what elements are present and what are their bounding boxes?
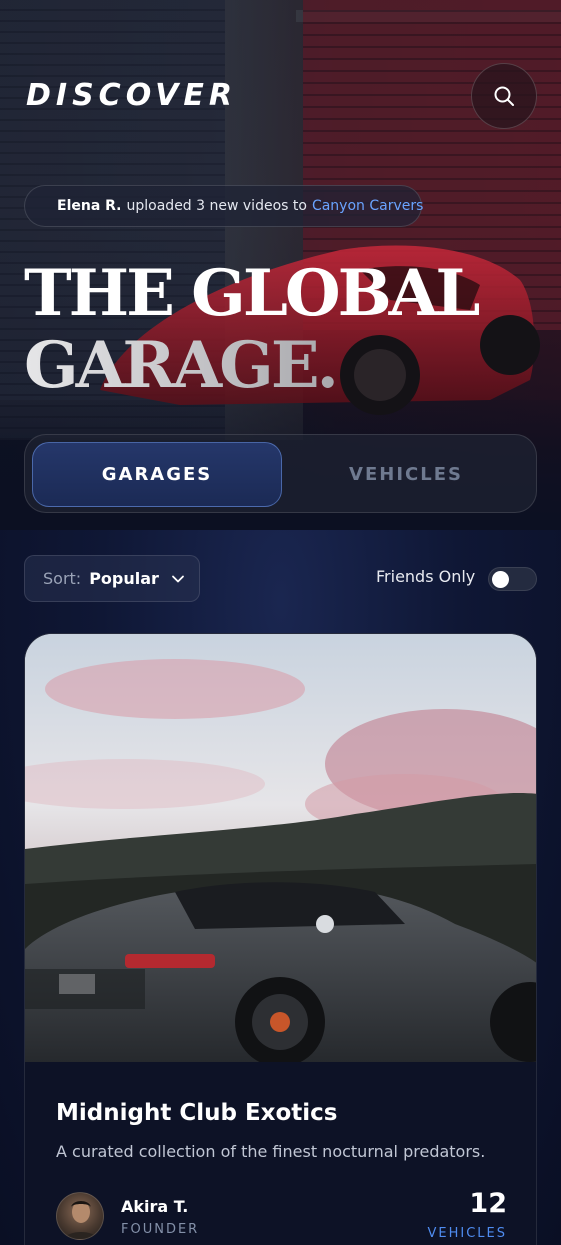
search-icon [494, 86, 514, 106]
friends-only-label: Friends Only [376, 567, 476, 586]
sort-dropdown[interactable]: Sort: Popular [24, 555, 200, 602]
garage-card[interactable]: Midnight Club Exotics A curated collecti… [24, 633, 537, 1245]
tab-vehicles[interactable]: VEHICLES [281, 442, 531, 507]
activity-user[interactable]: Elena R. [57, 198, 122, 214]
avatar[interactable] [56, 1192, 104, 1240]
activity-garage-link[interactable]: Canyon Carvers [312, 198, 423, 214]
activity-text: uploaded 3 new videos to [126, 198, 307, 214]
sort-value: Popular [89, 569, 159, 588]
garage-card-image [25, 634, 536, 1062]
chevron-down-icon [172, 575, 184, 582]
owner-avatar-image [64, 1201, 98, 1239]
segmented-tabs: GARAGES VEHICLES [24, 434, 537, 513]
owner-role: FOUNDER [121, 1222, 200, 1237]
toggle-knob [492, 571, 509, 588]
card-car-image [25, 634, 536, 1062]
hero-title: THE GLOBAL GARAGE. [24, 256, 480, 402]
garage-title: Midnight Club Exotics [56, 1100, 338, 1126]
activity-notification[interactable]: Elena R. uploaded 3 new videos to Canyon… [24, 185, 423, 227]
vehicle-count: 12 [469, 1188, 507, 1219]
hero-banner: DISCOVER Elena R. uploaded 3 new videos … [0, 0, 561, 530]
search-button[interactable] [471, 63, 537, 129]
garage-description: A curated collection of the finest noctu… [56, 1142, 486, 1161]
tab-garages[interactable]: GARAGES [32, 442, 282, 507]
hero-title-line1: THE GLOBAL [24, 256, 480, 331]
vehicle-count-label: VEHICLES [427, 1226, 507, 1241]
hero-title-line2: GARAGE. [24, 330, 477, 402]
friends-only-toggle[interactable] [488, 567, 537, 591]
sort-label: Sort: [43, 569, 82, 588]
page-title: DISCOVER [26, 78, 237, 113]
owner-name[interactable]: Akira T. [121, 1197, 188, 1216]
